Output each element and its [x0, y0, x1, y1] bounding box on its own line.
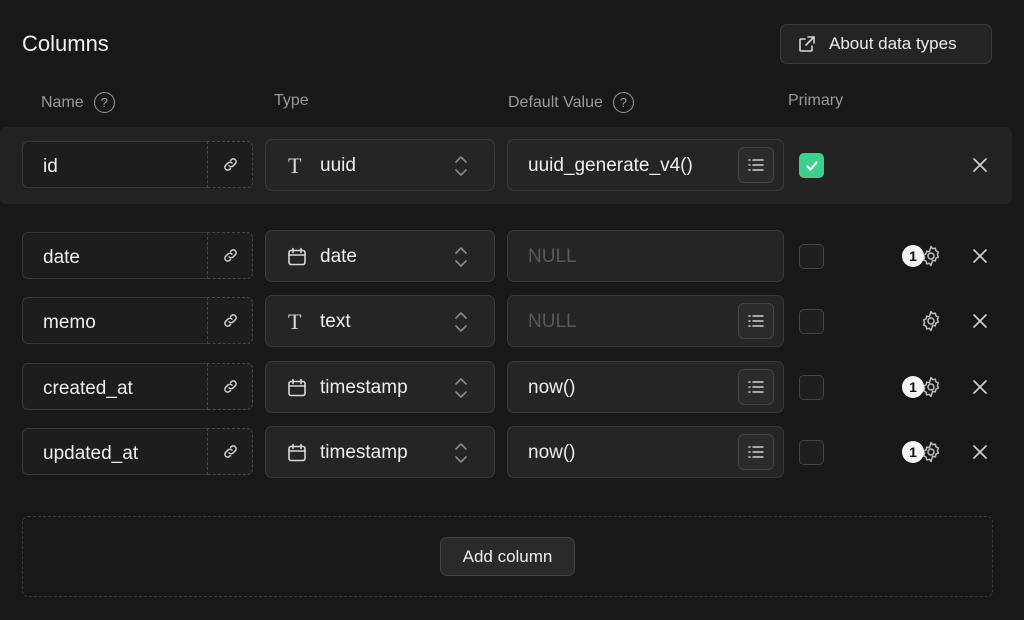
column-type-select[interactable]: date: [265, 230, 495, 282]
gear-icon[interactable]: [919, 309, 943, 333]
close-icon[interactable]: [970, 377, 990, 397]
section-title: Columns: [22, 31, 109, 56]
close-icon[interactable]: [970, 311, 990, 331]
column-name-input[interactable]: created_at: [22, 363, 253, 410]
help-icon[interactable]: ?: [612, 92, 634, 113]
default-value-text: now(): [528, 377, 576, 398]
default-value-text: NULL: [528, 311, 577, 332]
column-type-value: uuid: [320, 155, 356, 176]
suggestions-button[interactable]: [738, 303, 774, 339]
header-name: Name ?: [41, 92, 115, 113]
link-icon: [223, 380, 237, 393]
column-row: created_at timestamp now() 1: [0, 361, 1024, 413]
default-value-input[interactable]: uuid_generate_v4(): [507, 139, 784, 191]
calendar-icon: [288, 247, 306, 266]
header-primary: Primary: [788, 92, 843, 110]
column-name-input[interactable]: id: [22, 141, 253, 188]
calendar-icon: [288, 378, 306, 397]
list-icon: [748, 381, 764, 393]
column-type-select[interactable]: Ttext: [265, 295, 495, 347]
settings-count-badge: 1: [902, 376, 924, 398]
foreign-key-button[interactable]: [207, 141, 253, 188]
list-icon: [748, 446, 764, 458]
chevron-up-down-icon: [455, 443, 467, 463]
default-value-text: now(): [528, 442, 576, 463]
settings-count-badge: 1: [902, 245, 924, 267]
column-type-value: date: [320, 246, 357, 267]
column-type-value: timestamp: [320, 442, 408, 463]
column-type-value: timestamp: [320, 377, 408, 398]
header-type-label: Type: [274, 92, 309, 109]
add-column-button[interactable]: Add column: [440, 537, 575, 576]
column-name-value: created_at: [43, 378, 133, 399]
checkmark-icon: [805, 160, 818, 171]
column-type-select[interactable]: timestamp: [265, 361, 495, 413]
default-value-text: uuid_generate_v4(): [528, 155, 693, 176]
link-icon: [223, 314, 237, 327]
column-name-input[interactable]: memo: [22, 297, 253, 344]
column-name-value: date: [43, 247, 80, 268]
close-icon[interactable]: [970, 246, 990, 266]
column-name-input[interactable]: date: [22, 232, 253, 279]
column-name-input[interactable]: updated_at: [22, 428, 253, 475]
list-icon: [748, 159, 764, 171]
calendar-icon: [288, 443, 306, 462]
primary-checkbox[interactable]: [799, 375, 824, 400]
foreign-key-button[interactable]: [207, 363, 253, 410]
default-value-input[interactable]: now(): [507, 426, 784, 478]
suggestions-button[interactable]: [738, 369, 774, 405]
chevron-up-down-icon: [455, 378, 467, 398]
default-value-input[interactable]: now(): [507, 361, 784, 413]
suggestions-button[interactable]: [738, 434, 774, 470]
primary-checkbox[interactable]: [799, 440, 824, 465]
column-type-value: text: [320, 311, 351, 332]
header-default-label: Default Value: [508, 93, 603, 111]
link-icon: [223, 158, 237, 171]
column-type-select[interactable]: timestamp: [265, 426, 495, 478]
close-icon[interactable]: [970, 442, 990, 462]
close-icon[interactable]: [970, 155, 990, 175]
column-row: id Tuuid uuid_generate_v4(): [0, 139, 1024, 191]
column-name-value: updated_at: [43, 443, 139, 464]
primary-checkbox[interactable]: [799, 153, 824, 178]
chevron-up-down-icon: [455, 156, 467, 176]
primary-checkbox[interactable]: [799, 309, 824, 334]
header-name-label: Name: [41, 93, 84, 111]
list-icon: [748, 315, 764, 327]
column-row: updated_at timestamp now() 1: [0, 426, 1024, 478]
column-name-value: id: [43, 156, 58, 177]
link-icon: [223, 249, 237, 262]
chevron-up-down-icon: [455, 247, 467, 267]
about-data-types-label: About data types: [829, 34, 957, 53]
header-primary-label: Primary: [788, 92, 844, 109]
foreign-key-button[interactable]: [207, 297, 253, 344]
about-data-types-button[interactable]: About data types: [780, 24, 992, 64]
header-default: Default Value ?: [508, 92, 634, 113]
suggestions-button[interactable]: [738, 147, 774, 183]
default-value-input[interactable]: NULL: [507, 295, 784, 347]
column-row: date date NULL 1: [0, 230, 1024, 282]
column-type-select[interactable]: Tuuid: [265, 139, 495, 191]
text-type-icon: T: [288, 309, 302, 334]
help-icon[interactable]: ?: [93, 92, 115, 113]
primary-checkbox[interactable]: [799, 244, 824, 269]
text-type-icon: T: [288, 153, 302, 178]
column-name-value: memo: [43, 312, 96, 333]
header-type: Type: [274, 92, 309, 110]
default-value-text: NULL: [528, 246, 577, 267]
link-icon: [223, 445, 237, 458]
chevron-up-down-icon: [455, 312, 467, 332]
foreign-key-button[interactable]: [207, 232, 253, 279]
foreign-key-button[interactable]: [207, 428, 253, 475]
column-row: memo Ttext NULL: [0, 295, 1024, 347]
external-link-icon: [799, 36, 815, 52]
settings-count-badge: 1: [902, 441, 924, 463]
default-value-input[interactable]: NULL: [507, 230, 784, 282]
